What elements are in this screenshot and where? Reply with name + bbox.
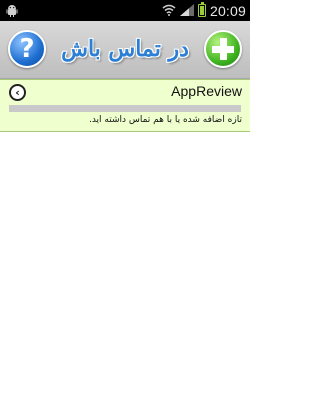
signal-icon (179, 1, 194, 20)
wifi-icon (162, 1, 176, 20)
app-title: در تماس باش (61, 36, 189, 62)
add-button[interactable] (204, 30, 242, 68)
item-status: تازه اضافه شده یا با هم تماس داشته اید. (88, 115, 242, 125)
help-button[interactable]: ? (8, 30, 46, 68)
question-icon: ? (19, 34, 35, 64)
plus-icon (212, 38, 234, 60)
list-item[interactable]: ‹ AppReview تازه اضافه شده یا با هم تماس… (0, 79, 250, 132)
item-progress-bar (9, 105, 241, 112)
item-title: AppReview (171, 83, 242, 99)
back-arrow-icon[interactable]: ‹ (9, 84, 26, 101)
android-icon (5, 3, 19, 22)
app-header: ? در تماس باش (0, 21, 250, 79)
status-bar: 20:09 (0, 0, 250, 21)
clock: 20:09 (209, 2, 246, 19)
battery-icon (197, 2, 206, 17)
